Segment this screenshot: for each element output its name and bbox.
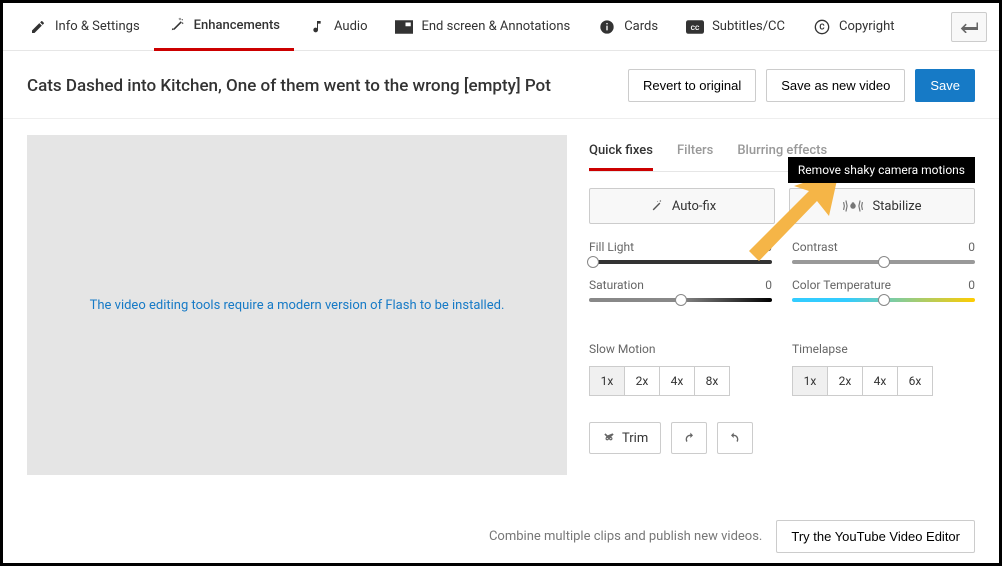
color-temperature-slider[interactable]: Color Temperature 0 (792, 278, 975, 302)
autofix-button[interactable]: Auto-fix (589, 188, 775, 224)
wand-icon (168, 16, 186, 34)
slider-label: Fill Light (589, 240, 634, 254)
slow-4x[interactable]: 4x (659, 366, 695, 396)
slow-motion-label: Slow Motion (589, 342, 772, 356)
tab-label: Audio (334, 19, 367, 34)
stabilize-icon (842, 198, 864, 214)
slider-label: Color Temperature (792, 278, 891, 292)
slider-value: 0 (765, 278, 772, 292)
slider-label: Contrast (792, 240, 838, 254)
slider-value: 0 (968, 278, 975, 292)
svg-text:C: C (819, 22, 824, 31)
tab-info-settings[interactable]: Info & Settings (15, 3, 154, 51)
time-2x[interactable]: 2x (827, 366, 863, 396)
tab-copyright[interactable]: C Copyright (799, 3, 909, 51)
speed-section: Slow Motion 1x 2x 4x 8x Timelapse 1x 2x … (589, 342, 975, 396)
tab-subtitles[interactable]: CC Subtitles/CC (672, 3, 799, 51)
cc-icon: CC (686, 18, 704, 36)
trim-label: Trim (622, 431, 648, 446)
autofix-label: Auto-fix (672, 199, 716, 214)
video-title: Cats Dashed into Kitchen, One of them we… (27, 76, 618, 96)
slow-motion-buttons: 1x 2x 4x 8x (589, 366, 772, 396)
save-button[interactable]: Save (915, 69, 975, 102)
tab-endscreen[interactable]: End screen & Annotations (381, 3, 584, 51)
top-nav: Info & Settings Enhancements Audio End s… (3, 3, 999, 51)
redo-icon (681, 430, 697, 446)
flash-required-message: The video editing tools require a modern… (90, 298, 505, 313)
slider-value: 0 (765, 240, 772, 254)
slow-2x[interactable]: 2x (624, 366, 660, 396)
subtab-quick-fixes[interactable]: Quick fixes (589, 135, 653, 171)
tab-label: Cards (624, 19, 658, 34)
footer: Combine multiple clips and publish new v… (489, 520, 975, 553)
contrast-slider[interactable]: Contrast 0 (792, 240, 975, 264)
video-preview: The video editing tools require a modern… (27, 135, 567, 475)
tab-label: Enhancements (194, 18, 280, 33)
endscreen-icon (395, 18, 413, 36)
svg-text:CC: CC (691, 24, 700, 32)
tab-label: Info & Settings (55, 19, 140, 34)
slider-label: Saturation (589, 278, 644, 292)
copyright-icon: C (813, 18, 831, 36)
saturation-slider[interactable]: Saturation 0 (589, 278, 772, 302)
tab-cards[interactable]: Cards (584, 3, 672, 51)
timelapse-buttons: 1x 2x 4x 6x (792, 366, 975, 396)
wand-icon (648, 198, 664, 214)
slow-8x[interactable]: 8x (694, 366, 730, 396)
timelapse-label: Timelapse (792, 342, 975, 356)
subtab-filters[interactable]: Filters (677, 135, 713, 171)
info-icon (598, 18, 616, 36)
tab-label: Copyright (839, 19, 895, 34)
revert-button[interactable]: Revert to original (628, 69, 756, 102)
title-bar: Cats Dashed into Kitchen, One of them we… (3, 51, 999, 119)
stabilize-tooltip: Remove shaky camera motions (788, 157, 975, 183)
try-editor-button[interactable]: Try the YouTube Video Editor (776, 520, 975, 553)
slow-1x[interactable]: 1x (589, 366, 625, 396)
fix-buttons: Auto-fix Stabilize (589, 188, 975, 224)
music-note-icon (308, 18, 326, 36)
scissors-icon (602, 431, 616, 445)
stabilize-button[interactable]: Stabilize (789, 188, 975, 224)
return-arrow-icon (960, 21, 978, 33)
undo-icon (727, 430, 743, 446)
stabilize-label: Stabilize (872, 199, 921, 214)
tab-audio[interactable]: Audio (294, 3, 381, 51)
slider-grid: Fill Light 0 Saturation 0 Contrast 0 Color … (589, 240, 975, 316)
slider-value: 0 (968, 240, 975, 254)
save-as-button[interactable]: Save as new video (766, 69, 905, 102)
pencil-icon (29, 18, 47, 36)
tab-label: End screen & Annotations (421, 19, 570, 34)
time-4x[interactable]: 4x (862, 366, 898, 396)
trim-row: Trim (589, 422, 975, 454)
main-content: The video editing tools require a modern… (3, 119, 999, 485)
trim-button[interactable]: Trim (589, 422, 661, 454)
enhancement-panel: Remove shaky camera motions Quick fixes … (589, 135, 975, 475)
tab-enhancements[interactable]: Enhancements (154, 3, 294, 51)
tab-label: Subtitles/CC (712, 19, 785, 34)
back-button[interactable] (951, 12, 987, 42)
redo-button[interactable] (671, 422, 707, 454)
footer-text: Combine multiple clips and publish new v… (489, 529, 762, 544)
time-1x[interactable]: 1x (792, 366, 828, 396)
fill-light-slider[interactable]: Fill Light 0 (589, 240, 772, 264)
time-6x[interactable]: 6x (897, 366, 933, 396)
undo-button[interactable] (717, 422, 753, 454)
